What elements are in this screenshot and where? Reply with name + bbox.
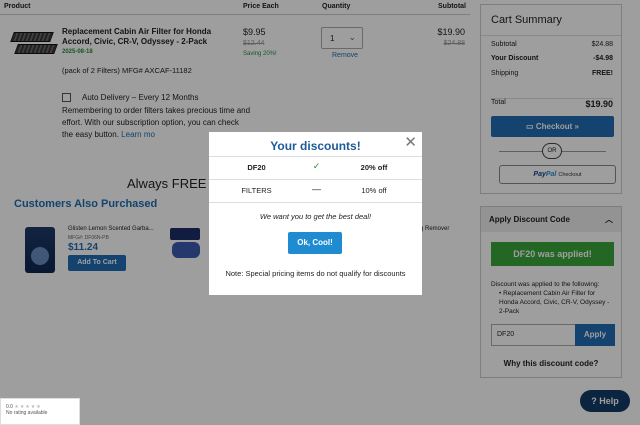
close-icon[interactable]: ✕ <box>404 134 417 152</box>
check-icon: ✓ <box>312 161 321 171</box>
divider <box>209 202 422 203</box>
discount-code: DF20 <box>247 163 266 172</box>
dash-icon: — <box>312 184 321 194</box>
discount-row: FILTERS — 10% off <box>209 179 422 199</box>
discount-amount: 10% off <box>361 186 387 195</box>
discounts-modal: Your discounts! ✕ DF20 ✓ 20% off FILTERS… <box>209 132 422 295</box>
discount-code: FILTERS <box>241 186 272 195</box>
discount-row: DF20 ✓ 20% off <box>209 156 422 176</box>
discount-amount: 20% off <box>360 163 388 172</box>
modal-title: Your discounts! <box>270 139 361 153</box>
modal-note: Note: Special pricing items do not quali… <box>225 269 406 278</box>
rating-text: No rating available <box>6 410 48 416</box>
rating-widget[interactable]: 0.0 ★★★★★ No rating available <box>0 398 80 425</box>
ok-cool-button[interactable]: Ok, Cool! <box>288 232 342 254</box>
modal-message: We want you to get the best deal! <box>259 212 372 221</box>
